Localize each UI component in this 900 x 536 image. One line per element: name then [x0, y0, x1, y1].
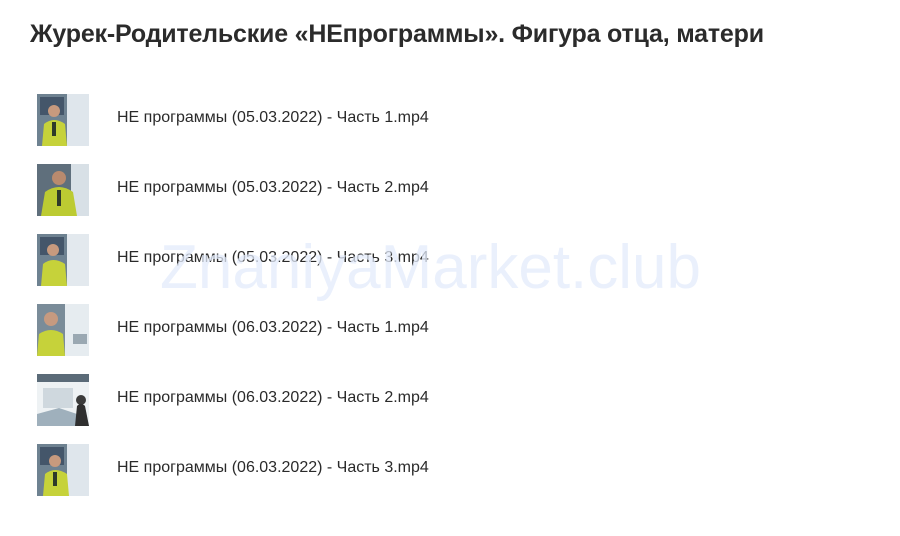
- video-thumbnail-icon[interactable]: [37, 94, 89, 146]
- video-thumbnail-icon[interactable]: [37, 374, 89, 426]
- folder-title: Журек-Родительские «НЕпрограммы». Фигура…: [30, 20, 764, 48]
- video-thumbnail-icon[interactable]: [37, 234, 89, 286]
- file-list: НЕ программы (05.03.2022) - Часть 1.mp4 …: [0, 85, 900, 505]
- video-thumbnail-icon[interactable]: [37, 164, 89, 216]
- file-name[interactable]: НЕ программы (06.03.2022) - Часть 1.mp4: [117, 319, 429, 337]
- video-thumbnail-icon[interactable]: [37, 444, 89, 496]
- file-row[interactable]: НЕ программы (06.03.2022) - Часть 3.mp4: [0, 435, 900, 505]
- file-name[interactable]: НЕ программы (06.03.2022) - Часть 3.mp4: [117, 459, 429, 477]
- file-name[interactable]: НЕ программы (05.03.2022) - Часть 1.mp4: [117, 109, 429, 127]
- file-row[interactable]: НЕ программы (05.03.2022) - Часть 2.mp4: [0, 155, 900, 225]
- file-row[interactable]: НЕ программы (06.03.2022) - Часть 1.mp4: [0, 295, 900, 365]
- file-row[interactable]: НЕ программы (05.03.2022) - Часть 3.mp4: [0, 225, 900, 295]
- file-name[interactable]: НЕ программы (05.03.2022) - Часть 3.mp4: [117, 249, 429, 267]
- file-name[interactable]: НЕ программы (06.03.2022) - Часть 2.mp4: [117, 389, 429, 407]
- file-row[interactable]: НЕ программы (05.03.2022) - Часть 1.mp4: [0, 85, 900, 155]
- file-name[interactable]: НЕ программы (05.03.2022) - Часть 2.mp4: [117, 179, 429, 197]
- video-thumbnail-icon[interactable]: [37, 304, 89, 356]
- file-row[interactable]: НЕ программы (06.03.2022) - Часть 2.mp4: [0, 365, 900, 435]
